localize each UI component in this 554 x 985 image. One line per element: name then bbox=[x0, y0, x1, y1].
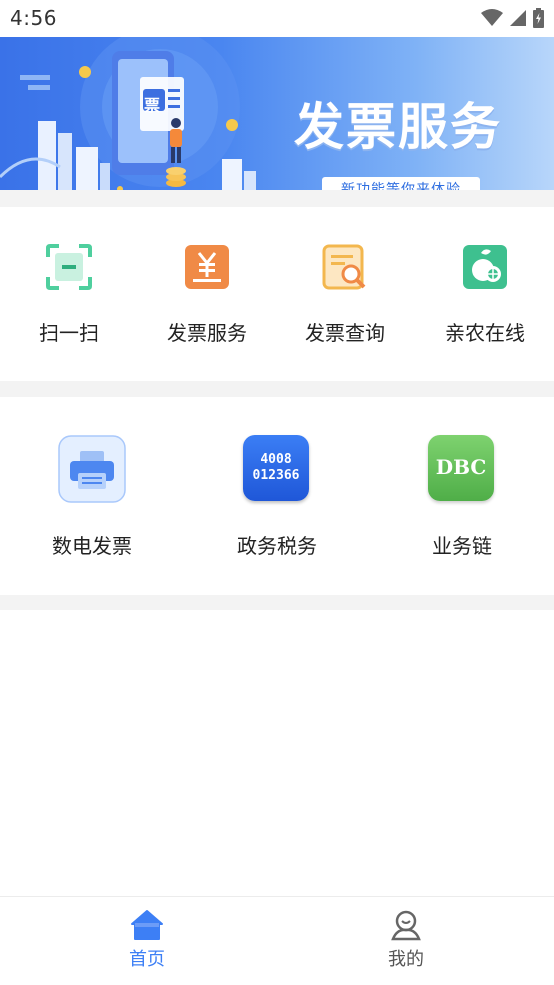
invoice-search-icon bbox=[322, 244, 366, 290]
fruit-icon bbox=[463, 245, 507, 289]
status-icons bbox=[481, 8, 544, 28]
tax-hotline-line2: 012366 bbox=[252, 468, 300, 483]
apps-section: 数电发票 4008 012366 政务税务 DBC 业务链 bbox=[0, 397, 554, 595]
quick-action-farm-online[interactable]: 亲农在线 bbox=[436, 207, 534, 381]
wifi-icon bbox=[481, 9, 503, 26]
quick-action-invoice-service[interactable]: 发票服务 bbox=[158, 207, 256, 381]
home-icon bbox=[131, 910, 163, 940]
quick-action-invoice-search[interactable]: 发票查询 bbox=[296, 207, 394, 381]
nav-profile-label: 我的 bbox=[388, 949, 424, 970]
nav-profile[interactable]: 我的 bbox=[346, 909, 466, 971]
bottom-navigation: 首页 我的 bbox=[0, 896, 554, 985]
cellular-signal-icon bbox=[510, 10, 526, 26]
app-business-chain[interactable]: DBC 业务链 bbox=[410, 397, 514, 595]
banner-title: 发票服务 bbox=[294, 98, 502, 156]
invoice-service-icon bbox=[185, 245, 229, 289]
nav-home[interactable]: 首页 bbox=[87, 909, 207, 971]
dbc-icon-text: DBC bbox=[435, 455, 487, 479]
banner-illustration-text: 票 bbox=[144, 96, 161, 115]
tax-hotline-line1: 4008 bbox=[260, 452, 292, 467]
nav-home-label: 首页 bbox=[129, 949, 165, 970]
app-label: 业务链 bbox=[432, 534, 492, 558]
app-gov-tax[interactable]: 4008 012366 政务税务 bbox=[225, 397, 329, 595]
status-time: 4:56 bbox=[10, 6, 57, 30]
section-separator bbox=[0, 190, 554, 207]
app-digital-invoice[interactable]: 数电发票 bbox=[40, 397, 144, 595]
quick-action-label: 亲农在线 bbox=[445, 321, 525, 345]
service-banner[interactable]: 票 发票服务 新功能等你来体验 bbox=[0, 37, 554, 190]
quick-action-label: 发票查询 bbox=[305, 321, 385, 345]
tax-hotline-icon: 4008 012366 bbox=[243, 435, 309, 501]
dbc-icon: DBC bbox=[428, 435, 494, 501]
quick-action-scan[interactable]: 扫一扫 bbox=[20, 207, 118, 381]
scan-icon bbox=[46, 244, 92, 290]
printer-icon bbox=[58, 435, 126, 503]
quick-action-label: 发票服务 bbox=[167, 321, 247, 345]
app-label: 政务税务 bbox=[237, 534, 317, 558]
banner-subtitle[interactable]: 新功能等你来体验 bbox=[322, 177, 480, 190]
status-bar: 4:56 bbox=[0, 0, 554, 37]
section-separator bbox=[0, 595, 554, 610]
profile-icon bbox=[391, 910, 421, 941]
quick-actions-section: 扫一扫 发票服务 发票查询 亲农在线 bbox=[0, 207, 554, 381]
section-separator bbox=[0, 381, 554, 397]
quick-action-label: 扫一扫 bbox=[39, 321, 99, 345]
battery-icon bbox=[533, 8, 544, 28]
app-label: 数电发票 bbox=[52, 534, 132, 558]
